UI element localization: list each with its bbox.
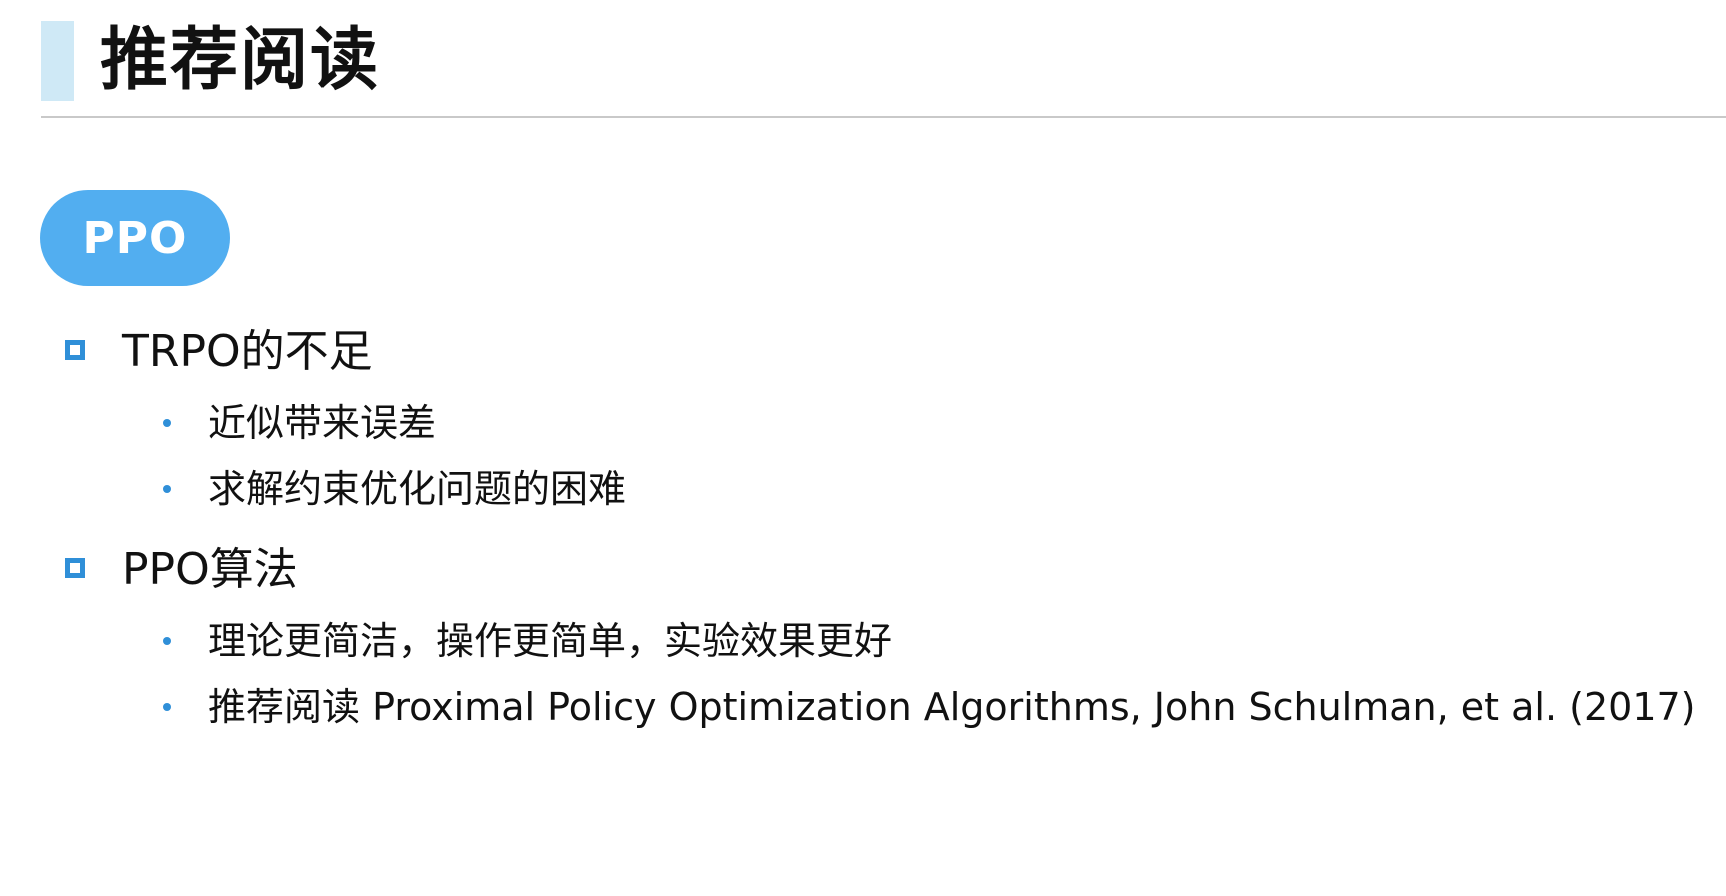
section-label: TRPO的不足 xyxy=(122,326,373,377)
dot-bullet-icon xyxy=(163,637,171,645)
list-item-text: 理论更简洁，操作更简单，实验效果更好 xyxy=(208,619,893,663)
square-bullet-icon xyxy=(65,340,85,360)
list-item-text: 近似带来误差 xyxy=(208,401,437,445)
dot-bullet-icon xyxy=(163,485,171,493)
page-title: 推荐阅读 xyxy=(100,21,381,100)
topic-badge: PPO xyxy=(40,190,230,286)
title-accent-bar xyxy=(41,21,74,101)
title-divider xyxy=(41,116,1726,118)
dot-bullet-icon xyxy=(163,419,171,427)
section-heading: PPO算法 xyxy=(0,542,1726,598)
reference-citation-text: 推荐阅读 Proximal Policy Optimization Algori… xyxy=(208,685,1696,729)
dot-bullet-icon xyxy=(163,703,171,711)
square-bullet-icon xyxy=(65,558,85,578)
list-item-text: 求解约束优化问题的困难 xyxy=(208,467,627,511)
section-label: PPO算法 xyxy=(122,544,298,595)
section-heading: TRPO的不足 xyxy=(0,324,1726,380)
slide: 推荐阅读 PPO TRPO的不足 近似带来误差 求解约束优化问题的困难 PPO算… xyxy=(0,0,1726,896)
